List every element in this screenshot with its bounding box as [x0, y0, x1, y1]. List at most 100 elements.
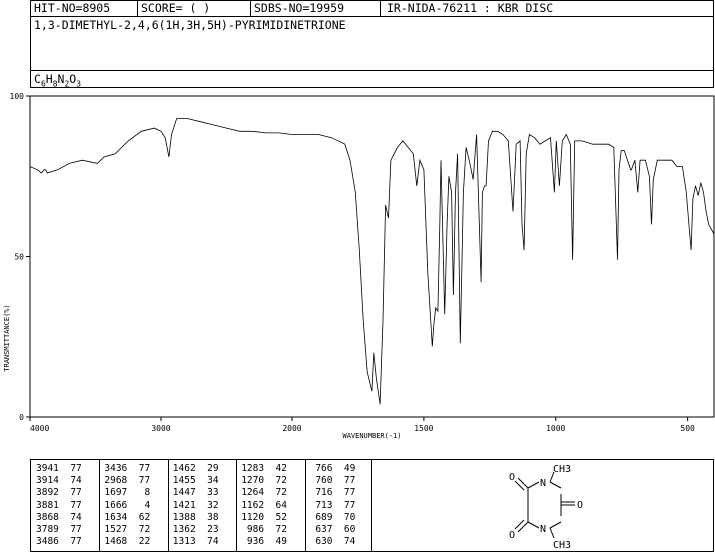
peak-wavenumber: 3789 — [36, 524, 59, 535]
peak-wavenumber: 637 — [309, 524, 333, 535]
peak-transmittance: 77 — [58, 487, 82, 499]
peak-transmittance: 62 — [127, 511, 151, 523]
score-cell: SCORE= ( ) — [137, 1, 251, 16]
peak-table-column: 1462 29 1455 34 1447 33 1421 32 1388 38 1362 … — [168, 460, 238, 551]
peak-table-row: 1666 4 — [104, 500, 150, 511]
peak-table-row: 3789 77 — [36, 524, 82, 535]
compound-name: 1,3-DIMETHYL-2,4,6(1H,3H,5H)-PYRIMIDINET… — [34, 18, 346, 32]
peak-wavenumber: 1270 — [241, 475, 265, 487]
peak-table-row: 1264 72 — [241, 487, 287, 498]
peak-table-column: 3941 77 3914 74 3892 77 3881 77 3868 74 3789 … — [31, 460, 101, 551]
peak-table-row: 1447 33 — [173, 487, 219, 498]
sdbs-no-cell: SDBS-NO=19959 — [250, 1, 381, 16]
atom-o-right: O — [577, 500, 583, 511]
peak-wavenumber: 689 — [309, 511, 333, 523]
peak-wavenumber: 713 — [309, 499, 333, 511]
peak-transmittance: 32 — [195, 499, 219, 511]
peak-wavenumber: 3881 — [36, 499, 59, 511]
peak-wavenumber: 3486 — [36, 536, 59, 548]
peak-wavenumber: 766 — [309, 463, 333, 474]
peak-wavenumber: 3892 — [36, 487, 59, 499]
peak-table-row: 1527 72 — [104, 524, 150, 535]
peak-transmittance: 70 — [332, 511, 356, 523]
peak-table-row: 936 49 — [241, 536, 287, 547]
peak-wavenumber: 3941 — [36, 463, 59, 474]
peak-table-row: 3436 77 — [104, 463, 150, 474]
peak-transmittance: 77 — [58, 524, 82, 535]
peak-table-row: 3868 74 — [36, 512, 82, 523]
atom-n3: N — [540, 524, 546, 535]
peak-transmittance: 77 — [127, 463, 151, 474]
peak-wavenumber: 1634 — [104, 511, 128, 523]
peak-transmittance: 77 — [58, 499, 82, 511]
peak-transmittance: 74 — [332, 536, 356, 548]
peak-transmittance: 49 — [332, 463, 356, 474]
peak-table-row: 1162 64 — [241, 500, 287, 511]
peak-transmittance: 60 — [332, 524, 356, 535]
peak-transmittance: 77 — [332, 499, 356, 511]
peak-transmittance: 22 — [127, 536, 151, 548]
peak-table-row: 1362 23 — [173, 524, 219, 535]
score-label: SCORE= ( ) — [141, 1, 211, 15]
peak-wavenumber: 1666 — [104, 499, 128, 511]
peak-table-row: 630 74 — [310, 536, 356, 548]
peak-wavenumber: 3436 — [104, 463, 128, 474]
peak-table-row: 1388 38 — [173, 512, 219, 523]
peak-table-row: 766 49 — [309, 463, 356, 474]
peak-transmittance: 49 — [264, 536, 287, 548]
x-tick-label: 500 — [680, 424, 695, 433]
formula-box: C6H8N2O3 — [30, 70, 714, 88]
compound-name-box: 1,3-DIMETHYL-2,4,6(1H,3H,5H)-PYRIMIDINET… — [30, 16, 714, 71]
peak-wavenumber: 1362 — [172, 524, 196, 535]
peak-table-row: 3914 74 — [36, 475, 82, 486]
peak-table-row: 3941 77 — [36, 463, 82, 474]
peak-table-row: 689 70 — [309, 511, 356, 523]
peak-transmittance: 8 — [127, 487, 151, 499]
peak-transmittance: 23 — [195, 524, 219, 535]
peak-table-row: 1462 29 — [173, 463, 219, 474]
peak-wavenumber: 1527 — [104, 524, 128, 535]
ir-spectrum-chart: 100500 4000 3000 2000 1500 1000 500 WAVENUMBE… — [3, 92, 715, 440]
molecule-structure-drawing: O N CH3 O N O CH3 — [509, 464, 583, 551]
peak-transmittance: 42 — [264, 463, 287, 474]
peak-transmittance: 4 — [127, 499, 151, 511]
y-tick-label: 0 — [19, 413, 24, 422]
hit-no-label: HIT-NO=8905 — [34, 1, 111, 15]
peak-wavenumber: 1468 — [104, 536, 128, 548]
atom-o-top: O — [509, 472, 515, 483]
peak-transmittance: 77 — [58, 536, 82, 548]
peak-transmittance: 77 — [58, 463, 82, 474]
ir-source-label: IR-NIDA-76211 : KBR DISC — [387, 1, 554, 15]
x-tick-label: 1000 — [546, 424, 565, 433]
peak-table-column: 3436 77 2968 77 1697 8 1666 4 1634 62 1527 72… — [99, 460, 169, 551]
peak-table-row: 1634 62 — [104, 512, 150, 523]
peak-transmittance: 72 — [264, 475, 287, 487]
peak-wavenumber: 760 — [309, 475, 333, 487]
peak-wavenumber: 1162 — [241, 499, 265, 511]
peak-table-row: 1697 8 — [104, 487, 150, 498]
hit-no-cell: HIT-NO=8905 — [31, 1, 138, 16]
atom-ch3-bottom: CH3 — [553, 540, 571, 551]
peak-transmittance: 77 — [332, 475, 356, 487]
peak-table-row: 1468 22 — [104, 536, 150, 547]
x-tick-label: 3000 — [151, 424, 170, 433]
atom-o-bottom: O — [509, 530, 515, 541]
peak-transmittance: 77 — [332, 487, 356, 499]
peak-transmittance: 77 — [127, 475, 151, 487]
peak-transmittance: 74 — [58, 511, 82, 523]
peak-wavenumber: 2968 — [104, 475, 128, 487]
peak-table-row: 1283 42 — [241, 463, 287, 474]
peak-transmittance: 74 — [195, 536, 219, 548]
peak-transmittance: 74 — [58, 475, 82, 487]
peak-transmittance: 72 — [264, 524, 287, 535]
peak-wavenumber: 936 — [241, 536, 265, 548]
peak-wavenumber: 1447 — [172, 487, 196, 499]
peak-wavenumber: 1283 — [241, 463, 265, 474]
y-tick-label: 100 — [10, 92, 25, 101]
atom-n1: N — [540, 478, 546, 489]
peak-table-row: 1455 34 — [173, 475, 219, 486]
peak-table-row: 3881 77 — [36, 500, 82, 511]
peak-transmittance: 33 — [195, 487, 219, 499]
y-axis: 100 50 0 — [10, 92, 30, 422]
peak-transmittance: 34 — [195, 475, 219, 487]
